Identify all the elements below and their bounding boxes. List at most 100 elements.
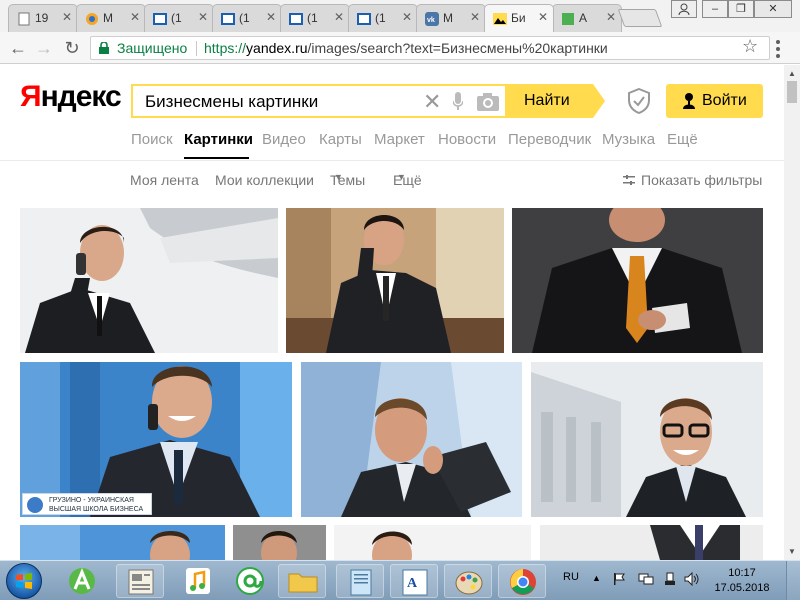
minimize-button[interactable]: –	[702, 0, 728, 18]
image-result[interactable]	[512, 208, 763, 353]
back-button[interactable]: ←	[8, 38, 28, 58]
show-desktop-button[interactable]	[786, 561, 800, 600]
microphone-icon[interactable]	[453, 92, 463, 112]
taskbar-app-android[interactable]	[58, 564, 106, 598]
network-icon[interactable]	[638, 572, 654, 586]
service-link[interactable]: Карты	[319, 131, 362, 148]
scroll-up-arrow-icon[interactable]: ▲	[788, 69, 796, 78]
image-result[interactable]	[20, 525, 225, 560]
green-a-icon	[69, 568, 95, 594]
close-tab-icon[interactable]: ✕	[62, 10, 72, 24]
service-link[interactable]: Видео	[262, 131, 306, 148]
filter-sliders-icon	[623, 175, 635, 185]
businessman-glasses-image	[531, 362, 763, 517]
image-result[interactable]	[531, 362, 763, 517]
service-link[interactable]: Маркет	[374, 131, 425, 148]
businessman-partial-image	[334, 525, 531, 560]
taskbar-app-mail[interactable]	[226, 564, 274, 598]
businessman-partial-image	[540, 525, 763, 560]
show-hidden-icons-icon[interactable]: ▲	[592, 573, 601, 583]
address-bar[interactable]: Защищено https://yandex.ru/images/search…	[90, 36, 770, 60]
image-result[interactable]	[20, 208, 278, 353]
taskbar-app-chrome[interactable]	[498, 564, 546, 598]
image-result[interactable]	[540, 525, 763, 560]
school-logo-icon	[27, 497, 43, 513]
image-result[interactable]	[233, 525, 326, 560]
reload-button[interactable]: ↻	[62, 38, 82, 58]
close-tab-icon[interactable]: ✕	[266, 10, 276, 24]
school-watermark: ГРУЗИНО - УКРАИНСКАЯ ВЫСШАЯ ШКОЛА БИЗНЕС…	[22, 493, 152, 515]
scroll-down-arrow-icon[interactable]: ▼	[788, 547, 796, 556]
close-tab-icon[interactable]: ✕	[538, 10, 548, 24]
service-link[interactable]: Переводчик	[508, 131, 591, 148]
usb-device-icon[interactable]	[664, 572, 676, 586]
image-result[interactable]: ГРУЗИНО - УКРАИНСКАЯ ВЫСШАЯ ШКОЛА БИЗНЕС…	[20, 362, 292, 517]
new-tab-button[interactable]	[617, 9, 663, 27]
yandex-logo[interactable]: Яндекс	[20, 80, 122, 114]
taskbar-app-notepad[interactable]	[336, 564, 384, 598]
windows-logo-icon	[16, 573, 32, 589]
window-icon	[357, 13, 371, 25]
close-tab-icon[interactable]: ✕	[198, 10, 208, 24]
browser-tab-active[interactable]: Би ✕	[484, 4, 554, 32]
service-link[interactable]: Ещё	[667, 131, 698, 148]
service-link[interactable]: Поиск	[131, 131, 173, 148]
system-clock[interactable]: 10:17 17.05.2018	[712, 566, 772, 596]
chevron-down-icon: ▼	[397, 172, 406, 182]
image-icon	[493, 13, 507, 25]
clear-search-icon[interactable]: ✕	[423, 89, 441, 115]
close-tab-icon[interactable]: ✕	[334, 10, 344, 24]
page-scrollbar[interactable]: ▲ ▼	[784, 65, 800, 560]
shield-icon[interactable]	[628, 88, 650, 114]
camera-icon[interactable]	[477, 92, 499, 112]
close-tab-icon[interactable]: ✕	[606, 10, 616, 24]
browser-tab[interactable]: (1 ✕	[348, 4, 418, 32]
person-icon	[683, 93, 695, 109]
bookmark-star-icon[interactable]: ☆	[742, 36, 758, 57]
wordpad-icon: A	[402, 569, 428, 596]
notepad-icon	[350, 569, 372, 596]
language-indicator[interactable]: RU	[563, 571, 579, 583]
taskbar-app-paint[interactable]	[444, 564, 492, 598]
find-button[interactable]: Найти	[505, 84, 605, 118]
browser-tab[interactable]: 19 ✕	[8, 4, 78, 32]
start-button[interactable]	[6, 563, 42, 599]
flag-icon[interactable]	[612, 572, 626, 586]
taskbar-app-music[interactable]	[174, 564, 222, 598]
mail-icon	[86, 13, 98, 25]
close-tab-icon[interactable]: ✕	[470, 10, 480, 24]
service-link[interactable]: Новости	[438, 131, 496, 148]
show-filters-button[interactable]: Показать фильтры	[623, 172, 762, 188]
my-feed-link[interactable]: Моя лента	[130, 172, 199, 188]
url-text: https://yandex.ru/images/search?text=Биз…	[204, 40, 608, 56]
browser-menu-icon[interactable]	[776, 40, 780, 61]
forward-button[interactable]: →	[34, 38, 54, 58]
browser-tab[interactable]: (1 ✕	[144, 4, 214, 32]
image-result[interactable]	[286, 208, 504, 353]
browser-tab[interactable]: А ✕	[552, 4, 622, 32]
taskbar-app-wordpad[interactable]: A	[390, 564, 438, 598]
speaker-icon[interactable]	[684, 572, 700, 586]
restore-button[interactable]: ❐	[728, 0, 754, 18]
close-tab-icon[interactable]: ✕	[130, 10, 140, 24]
my-collections-link[interactable]: Мои коллекции	[215, 172, 314, 188]
close-window-button[interactable]: ✕	[754, 0, 792, 18]
service-link[interactable]: Музыка	[602, 131, 655, 148]
browser-tab[interactable]: vk M ✕	[416, 4, 486, 32]
login-button[interactable]: Войти	[666, 84, 763, 118]
chevron-down-icon: ▼	[334, 172, 343, 182]
taskbar-app-explorer[interactable]	[278, 564, 326, 598]
businessman-tie-image	[512, 208, 763, 353]
user-profile-button[interactable]	[671, 0, 697, 18]
scrollbar-thumb[interactable]	[787, 81, 797, 103]
image-result[interactable]	[301, 362, 522, 517]
browser-tab[interactable]: (1 ✕	[280, 4, 350, 32]
browser-tab[interactable]: M ✕	[76, 4, 146, 32]
browser-tab[interactable]: (1 ✕	[212, 4, 282, 32]
image-result[interactable]	[334, 525, 531, 560]
service-link-selected[interactable]: Картинки	[184, 131, 253, 148]
taskbar-app-newspaper[interactable]	[116, 564, 164, 598]
search-input[interactable]: Бизнесмены картинки ✕	[131, 84, 505, 118]
close-tab-icon[interactable]: ✕	[402, 10, 412, 24]
divider	[0, 160, 800, 161]
